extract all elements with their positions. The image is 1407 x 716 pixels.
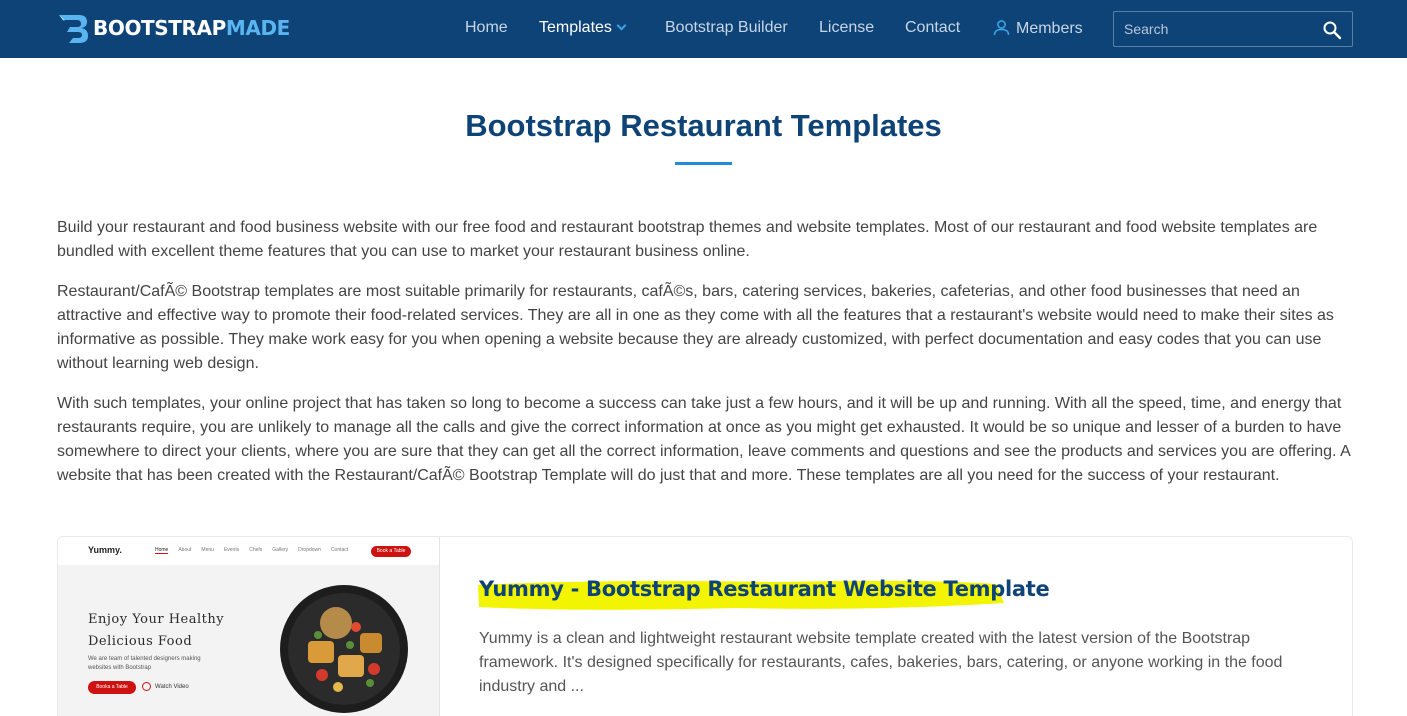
thumbnail-nav-link: Menu [201,547,214,553]
nav-home[interactable]: Home [465,19,508,37]
thumbnail-watch-video: Watch Video [142,682,189,691]
thumbnail-headline-line: Delicious Food [88,634,193,649]
thumbnail-nav-link: Contact [330,547,349,553]
site-header: BOOTSTRAPMADE Home Templates Bootstrap B… [0,0,1407,58]
intro-text: Build your restaurant and food business … [57,216,1357,504]
page-title: Bootstrap Restaurant Templates [465,108,942,143]
search-box [1113,11,1353,47]
thumbnail-nav-link: Dropdown [298,547,321,553]
nav-members[interactable]: Members [993,19,1083,38]
intro-paragraph-2: Restaurant/CafÃ© Bootstrap templates are… [57,283,1334,372]
thumbnail-nav-link: About [178,547,192,553]
thumbnail-headline: Enjoy Your Healthy Delicious Food [88,609,224,653]
thumbnail-nav-links: Home About Menu Events Chefs Gallery Dropdown C… [155,547,358,554]
play-icon [142,682,151,691]
template-title-link[interactable]: Yummy - Bootstrap Restaurant Website Tem… [479,577,1050,601]
user-icon [993,20,1010,36]
thumbnail-navbar: Yummy. Home About Menu Events Chefs Gallery Dr… [58,537,439,565]
chevron-down-icon [616,20,627,31]
nav-license[interactable]: License [819,19,874,37]
nav-templates-label: Templates [539,19,612,36]
thumbnail-nav-link: Events [223,547,240,553]
thumbnail-nav-link: Home [155,547,169,554]
search-input[interactable] [1114,12,1314,46]
food-plate-image [280,585,408,713]
title-underline [675,162,732,165]
template-card: Yummy. Home About Menu Events Chefs Gallery Dr… [57,536,1353,716]
thumbnail-brand: Yummy. [88,545,122,555]
nav-templates[interactable]: Templates [539,19,627,37]
intro-paragraph-3: With such templates, your online project… [57,395,1350,484]
thumbnail-nav-link: Gallery [272,547,289,553]
main-nav: Home Templates Bootstrap Builder License… [0,0,1100,58]
search-icon[interactable] [1322,20,1342,40]
intro-paragraph-1: Build your restaurant and food business … [57,219,1318,260]
thumbnail-subtext: We are team of talented designers making… [88,656,201,671]
template-card-body: Yummy - Bootstrap Restaurant Website Tem… [478,537,1339,716]
thumbnail-book-button: Book a Table [371,546,411,557]
thumbnail-watch-label: Watch Video [155,683,189,690]
thumbnail-cta-button: Booka a Table [88,681,136,694]
thumbnail-headline-line: Enjoy Your Healthy [88,612,225,627]
nav-bootstrap-builder[interactable]: Bootstrap Builder [665,19,788,37]
thumbnail-nav-link: Chefs [249,547,263,553]
nav-contact[interactable]: Contact [905,19,960,37]
template-thumbnail[interactable]: Yummy. Home About Menu Events Chefs Gallery Dr… [58,537,440,716]
nav-members-label: Members [1016,20,1083,37]
template-description: Yummy is a clean and lightweight restaur… [479,630,1283,695]
